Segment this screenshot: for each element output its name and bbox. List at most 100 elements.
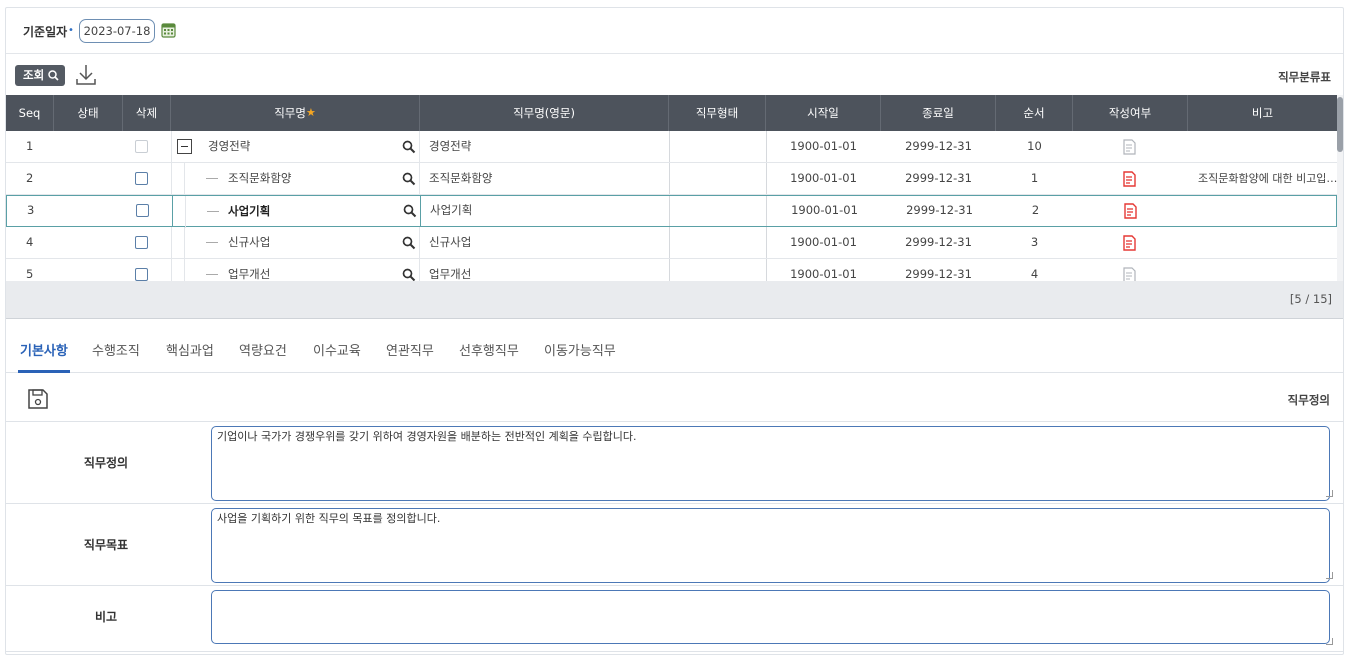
search-icon[interactable] <box>402 172 416 186</box>
document-filled-icon[interactable] <box>1123 203 1138 219</box>
cell-seq: 1 <box>26 139 34 153</box>
job-name: 경영전략 <box>208 139 251 153</box>
cell-note <box>1189 195 1337 227</box>
document-empty-icon[interactable] <box>1122 139 1137 155</box>
grid-body: 1 경영전략 경영전략 1900-01-01 2999-12-31 10 2 조… <box>6 131 1337 281</box>
tab-basic[interactable]: 기본사항 <box>18 338 70 373</box>
tab-org[interactable]: 수행조직 <box>92 338 140 373</box>
col-note[interactable]: 비고 <box>1188 95 1337 131</box>
scrollbar-thumb[interactable] <box>1337 97 1343 152</box>
tab-competency[interactable]: 역량요건 <box>239 338 287 373</box>
download-icon[interactable] <box>75 63 97 87</box>
col-end-date[interactable]: 종료일 <box>881 95 996 131</box>
cell-job-name[interactable]: 경영전략 <box>171 131 420 163</box>
cell-end-date: 2999-12-31 <box>905 171 972 185</box>
table-row[interactable]: 1 경영전략 경영전략 1900-01-01 2999-12-31 10 <box>6 131 1337 163</box>
cell-order: 2 <box>1031 203 1040 217</box>
delete-checkbox[interactable] <box>135 236 148 249</box>
col-start-date[interactable]: 시작일 <box>766 95 881 131</box>
tab-training[interactable]: 이수교육 <box>313 338 361 373</box>
form-row-goal: 직무목표 사업을 기획하기 위한 직무의 목표를 정의합니다. <box>6 504 1343 586</box>
table-row[interactable]: 2 조직문화함양 조직문화함양 1900-01-01 2999-12-31 1 … <box>6 163 1337 195</box>
search-icon[interactable] <box>403 204 417 218</box>
calendar-icon[interactable] <box>161 22 176 38</box>
cell-written <box>1074 195 1189 227</box>
cell-note <box>1188 227 1337 259</box>
cell-start-date: 1900-01-01 <box>790 235 857 249</box>
cell-end-date: 2999-12-31 <box>905 267 972 281</box>
col-status[interactable]: 상태 <box>54 95 123 131</box>
cell-seq: 3 <box>27 203 35 217</box>
col-delete[interactable]: 삭제 <box>123 95 171 131</box>
cell-end-date: 2999-12-31 <box>905 235 972 249</box>
col-written[interactable]: 작성여부 <box>1073 95 1188 131</box>
cell-order: 10 <box>1027 139 1042 153</box>
grid-title: 직무분류표 <box>1278 70 1331 84</box>
col-seq[interactable]: Seq <box>6 95 54 131</box>
cell-job-name[interactable]: 사업기획 <box>172 195 421 228</box>
cell-start-date: 1900-01-01 <box>791 203 858 217</box>
search-icon[interactable] <box>402 236 416 250</box>
detail-form: 직무정의 기업이나 국가가 경쟁우위를 갖기 위하여 경영자원을 배분하는 전반… <box>6 421 1343 656</box>
cell-note <box>1188 259 1337 281</box>
table-row-selected[interactable]: 3 사업기획 사업기획 1900-01-01 2999-12-31 2 <box>6 195 1337 228</box>
tab-core-task[interactable]: 핵심과업 <box>166 338 214 373</box>
grid-header: Seq 상태 삭제 직무명★ 직무명(영문) 직무형태 시작일 종료일 순서 작… <box>6 95 1337 131</box>
col-job-name-en[interactable]: 직무명(영문) <box>420 95 669 131</box>
cell-job-name-en: 업무개선 <box>429 267 472 281</box>
cell-note <box>1188 131 1337 163</box>
cell-end-date: 2999-12-31 <box>905 139 972 153</box>
save-icon[interactable] <box>27 388 49 410</box>
base-date-label: 기준일자 <box>23 25 68 39</box>
job-name: 조직문화함양 <box>228 171 292 185</box>
grid-scrollbar[interactable] <box>1337 95 1343 281</box>
cell-written <box>1073 259 1188 281</box>
delete-checkbox[interactable] <box>136 204 149 217</box>
cell-delete <box>123 163 161 195</box>
delete-checkbox[interactable] <box>135 140 148 153</box>
base-date-input[interactable]: 2023-07-18 <box>79 19 155 43</box>
cell-written <box>1073 227 1188 259</box>
document-filled-icon[interactable] <box>1122 235 1137 251</box>
delete-checkbox[interactable] <box>135 172 148 185</box>
cell-delete <box>123 131 161 163</box>
col-order[interactable]: 순서 <box>996 95 1073 131</box>
note-textarea[interactable] <box>211 590 1330 644</box>
tab-related[interactable]: 연관직무 <box>386 338 434 373</box>
col-job-name-label: 직무명 <box>274 106 306 120</box>
form-title: 직무정의 <box>1287 393 1330 407</box>
job-name: 업무개선 <box>228 267 271 281</box>
job-definition-textarea[interactable]: 기업이나 국가가 경쟁우위를 갖기 위하여 경영자원을 배분하는 전반적인 계획… <box>211 426 1330 501</box>
row-count: [5 / 15] <box>1289 292 1332 306</box>
cell-delete <box>123 259 161 281</box>
search-icon[interactable] <box>402 268 416 281</box>
cell-job-name-en: 신규사업 <box>429 235 472 249</box>
search-icon[interactable] <box>402 140 416 154</box>
cell-job-name-en: 조직문화함양 <box>429 171 493 185</box>
cell-job-name[interactable]: 조직문화함양 <box>171 163 420 195</box>
cell-seq: 5 <box>26 267 34 281</box>
cell-job-name[interactable]: 업무개선 <box>171 259 420 281</box>
required-mark: • <box>68 25 74 36</box>
cell-job-name[interactable]: 신규사업 <box>171 227 420 259</box>
job-goal-textarea[interactable]: 사업을 기획하기 위한 직무의 목표를 정의합니다. <box>211 508 1330 583</box>
search-button[interactable]: 조회 <box>15 65 65 86</box>
tab-sequence[interactable]: 선후행직무 <box>459 338 519 373</box>
detail-tabs: 기본사항 수행조직 핵심과업 역량요건 이수교육 연관직무 선후행직무 이동가능… <box>6 338 1343 373</box>
form-row-definition: 직무정의 기업이나 국가가 경쟁우위를 갖기 위하여 경영자원을 배분하는 전반… <box>6 422 1343 504</box>
cell-seq: 4 <box>26 235 34 249</box>
col-job-name[interactable]: 직무명★ <box>171 95 420 131</box>
cell-start-date: 1900-01-01 <box>790 171 857 185</box>
required-star-icon: ★ <box>305 106 316 119</box>
cell-job-name-en: 사업기획 <box>430 203 473 217</box>
col-job-type[interactable]: 직무형태 <box>669 95 766 131</box>
table-row[interactable]: 5 업무개선 업무개선 1900-01-01 2999-12-31 4 <box>6 259 1337 281</box>
search-icon <box>48 70 59 81</box>
tab-movable[interactable]: 이동가능직무 <box>544 338 616 373</box>
table-row[interactable]: 4 신규사업 신규사업 1900-01-01 2999-12-31 3 <box>6 227 1337 259</box>
filter-bar: 기준일자 • 2023-07-18 <box>6 8 1343 54</box>
delete-checkbox[interactable] <box>135 268 148 281</box>
document-empty-icon[interactable] <box>1122 267 1137 281</box>
collapse-icon[interactable] <box>177 139 192 154</box>
document-filled-icon[interactable] <box>1122 171 1137 187</box>
